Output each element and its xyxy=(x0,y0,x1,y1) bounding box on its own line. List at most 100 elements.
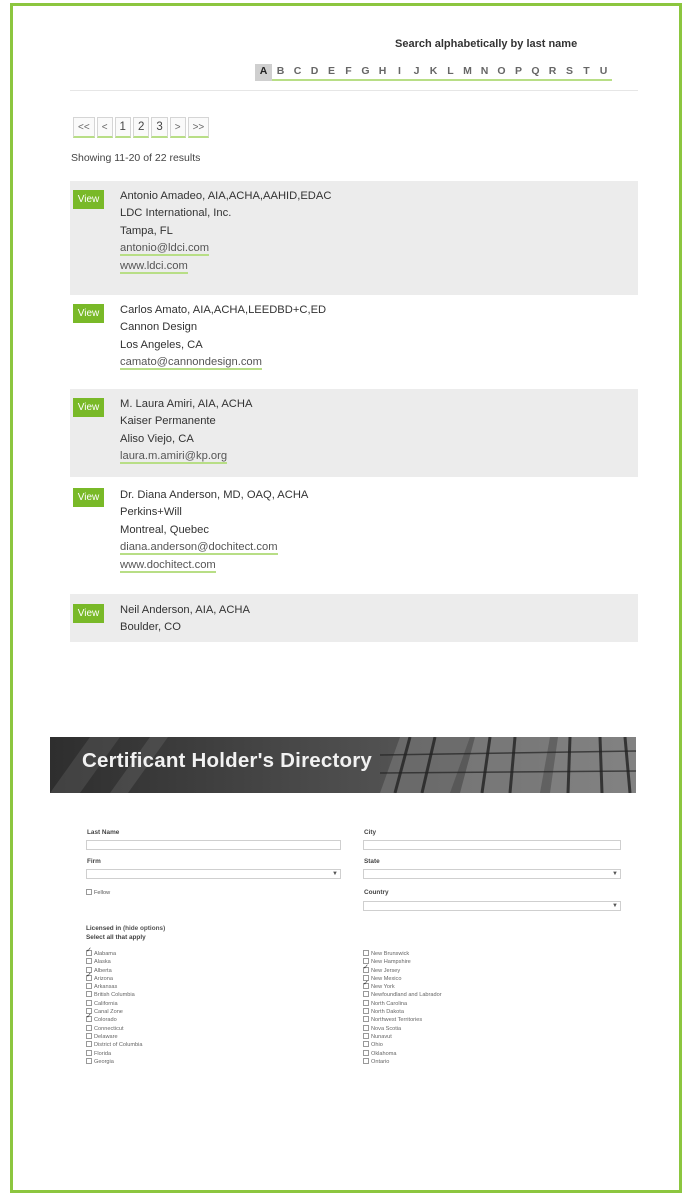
result-email-link[interactable]: camato@cannondesign.com xyxy=(120,356,262,371)
state-option[interactable]: New York xyxy=(363,980,442,991)
state-option[interactable]: Nunavut xyxy=(363,1032,442,1041)
state-checkbox[interactable] xyxy=(86,1041,92,1048)
letter-j-link[interactable]: J xyxy=(408,64,425,81)
page-1-button[interactable]: 1 xyxy=(114,117,131,138)
letter-t-link[interactable]: T xyxy=(578,64,595,81)
letter-m-link[interactable]: M xyxy=(459,64,476,81)
state-option[interactable]: Connecticut xyxy=(86,1024,143,1033)
country-select[interactable]: ▼ xyxy=(363,901,621,911)
view-button[interactable]: View xyxy=(73,190,104,209)
state-option[interactable]: New Jersey xyxy=(363,964,442,975)
state-option[interactable]: Alaska xyxy=(86,958,143,966)
state-option[interactable]: District of Columbia xyxy=(86,1041,143,1049)
state-checkbox[interactable] xyxy=(363,950,369,956)
state-checkbox[interactable] xyxy=(86,999,92,1006)
letter-p-link[interactable]: P xyxy=(510,64,527,81)
state-option[interactable]: British Columbia xyxy=(86,991,143,999)
state-option[interactable]: New Hampshire xyxy=(363,958,442,966)
letter-n-link[interactable]: N xyxy=(476,64,493,81)
letter-h-link[interactable]: H xyxy=(374,64,391,81)
letter-b-link[interactable]: B xyxy=(272,64,289,81)
state-checkbox[interactable] xyxy=(86,958,92,965)
fellow-checkbox[interactable] xyxy=(86,889,92,895)
city-input[interactable] xyxy=(363,840,621,850)
state-option[interactable]: Alberta xyxy=(86,966,143,975)
letter-q-link[interactable]: Q xyxy=(527,64,544,81)
view-button[interactable]: View xyxy=(73,398,104,417)
letter-f-link[interactable]: F xyxy=(340,64,357,81)
letter-a-link[interactable]: A xyxy=(255,64,272,81)
state-checkbox[interactable] xyxy=(363,1008,369,1015)
prev-page-button[interactable]: < xyxy=(96,117,113,138)
state-option[interactable]: Ontario xyxy=(363,1057,442,1066)
last-name-input[interactable] xyxy=(86,840,341,850)
hide-options-link[interactable]: (hide options) xyxy=(123,925,165,932)
state-option[interactable]: Newfoundland and Labrador xyxy=(363,991,442,999)
letter-e-link[interactable]: E xyxy=(323,64,340,81)
page-2-button[interactable]: 2 xyxy=(132,117,150,138)
state-checkbox[interactable] xyxy=(363,991,369,998)
letter-i-link[interactable]: I xyxy=(391,64,408,81)
state-option[interactable]: Georgia xyxy=(86,1057,143,1066)
last-page-button[interactable]: >> xyxy=(187,117,210,138)
state-checkbox[interactable] xyxy=(86,1024,92,1031)
state-checkbox[interactable] xyxy=(86,1013,92,1023)
page-3-button[interactable]: 3 xyxy=(151,117,168,138)
letter-k-link[interactable]: K xyxy=(425,64,442,81)
state-option[interactable]: Canal Zone xyxy=(86,1008,143,1016)
state-checkbox[interactable] xyxy=(363,1041,369,1048)
state-checkbox[interactable] xyxy=(86,947,92,956)
letter-s-link[interactable]: S xyxy=(561,64,578,81)
result-email-link[interactable]: diana.anderson@dochitect.com xyxy=(120,541,278,556)
letter-u-link[interactable]: U xyxy=(595,64,612,81)
state-option[interactable]: Florida xyxy=(86,1049,143,1058)
state-option[interactable]: Arizona xyxy=(86,972,143,983)
state-option[interactable]: Ohio xyxy=(363,1041,442,1049)
letter-l-link[interactable]: L xyxy=(442,64,459,81)
state-option[interactable]: Oklahoma xyxy=(363,1049,442,1058)
state-checkbox[interactable] xyxy=(86,1032,92,1039)
state-checkbox[interactable] xyxy=(363,1057,369,1064)
state-checkbox[interactable] xyxy=(363,1032,369,1039)
result-website-link[interactable]: www.dochitect.com xyxy=(120,558,216,573)
state-checkbox[interactable] xyxy=(86,972,92,981)
state-checkbox[interactable] xyxy=(363,1016,369,1023)
view-button[interactable]: View xyxy=(73,304,104,323)
state-checkbox[interactable] xyxy=(363,999,369,1006)
state-checkbox[interactable] xyxy=(363,980,369,990)
firm-select[interactable]: ▼ xyxy=(86,869,341,879)
first-page-button[interactable]: << xyxy=(73,117,95,138)
view-button[interactable]: View xyxy=(73,488,104,507)
view-button[interactable]: View xyxy=(73,604,104,623)
state-label: Connecticut xyxy=(94,1025,124,1032)
state-option[interactable]: North Carolina xyxy=(363,999,442,1008)
result-email-link[interactable]: antonio@ldci.com xyxy=(120,242,210,257)
state-option[interactable]: New Brunswick xyxy=(363,950,442,958)
state-checkbox[interactable] xyxy=(363,1049,369,1056)
state-checkbox[interactable] xyxy=(363,1024,369,1031)
state-select[interactable]: ▼ xyxy=(363,869,621,879)
state-option[interactable]: California xyxy=(86,999,143,1008)
state-checkbox[interactable] xyxy=(86,991,92,998)
state-option[interactable]: Delaware xyxy=(86,1032,143,1041)
letter-g-link[interactable]: G xyxy=(357,64,374,81)
fellow-option[interactable]: Fellow xyxy=(86,889,110,896)
letter-r-link[interactable]: R xyxy=(544,64,561,81)
letter-o-link[interactable]: O xyxy=(493,64,510,81)
state-checkbox[interactable] xyxy=(86,1049,92,1056)
state-option[interactable]: Alabama xyxy=(86,947,143,958)
state-checkbox[interactable] xyxy=(86,983,92,990)
state-option[interactable]: New Mexico xyxy=(363,974,442,983)
letter-c-link[interactable]: C xyxy=(289,64,306,81)
next-page-button[interactable]: > xyxy=(169,117,186,138)
state-option[interactable]: Northwest Territories xyxy=(363,1016,442,1024)
state-checkbox[interactable] xyxy=(86,1057,92,1064)
state-option[interactable]: Arkansas xyxy=(86,983,143,991)
result-email-link[interactable]: laura.m.amiri@kp.org xyxy=(120,450,228,465)
state-option[interactable]: Nova Scotia xyxy=(363,1024,442,1033)
letter-d-link[interactable]: D xyxy=(306,64,323,81)
state-option[interactable]: Colorado xyxy=(86,1013,143,1024)
result-website-link[interactable]: www.ldci.com xyxy=(120,259,188,274)
state-checkbox[interactable] xyxy=(363,964,369,973)
state-option[interactable]: North Dakota xyxy=(363,1008,442,1016)
